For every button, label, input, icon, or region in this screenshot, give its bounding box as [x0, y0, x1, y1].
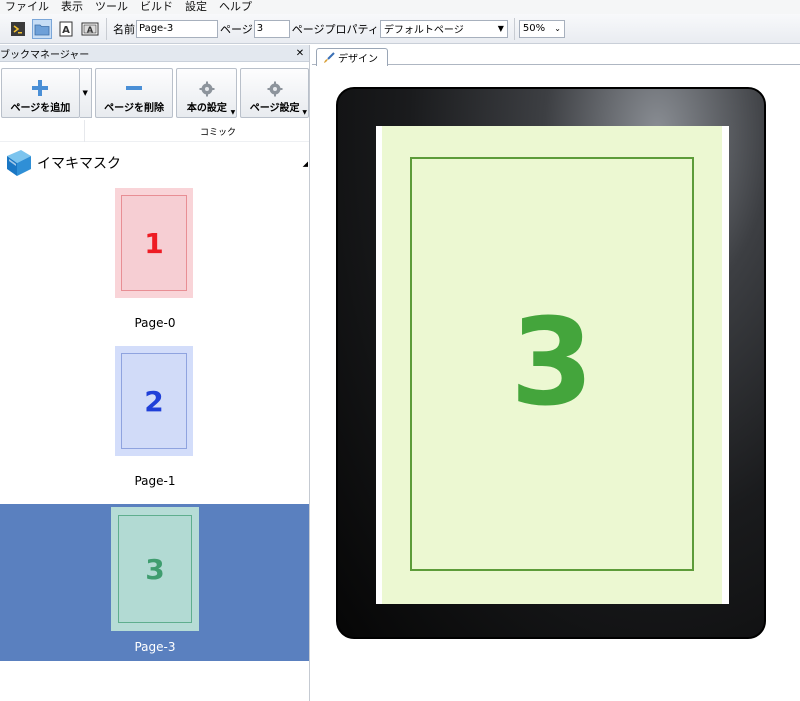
- page-thumbnail-frame: 1: [121, 195, 187, 291]
- menu-view[interactable]: 表示: [55, 1, 89, 13]
- book-node[interactable]: イマキマスク ◢: [0, 142, 309, 184]
- page-thumbnail: 3: [111, 507, 199, 631]
- zoom-value: 50%: [522, 23, 546, 34]
- panel-title: ブックマネージャー: [0, 49, 90, 61]
- paintbrush-icon: [324, 51, 335, 63]
- menu-tools[interactable]: ツール: [89, 1, 134, 13]
- page-property-select[interactable]: デフォルトページ ▼: [379, 19, 508, 38]
- page-label: ページ: [220, 22, 253, 36]
- design-canvas: 3: [312, 66, 800, 701]
- page-thumbnail: 1: [115, 188, 193, 298]
- console-button[interactable]: [8, 19, 28, 39]
- menu-build[interactable]: ビルド: [134, 1, 179, 13]
- book-icon: [7, 150, 31, 176]
- page-thumbnail-frame: 3: [118, 515, 192, 623]
- column-header-label: コミック: [200, 128, 237, 138]
- book-settings-button[interactable]: 本の設定 ▼: [176, 68, 238, 118]
- toolbar-separator: [106, 17, 107, 40]
- book-name: イマキマスク: [37, 156, 121, 172]
- chevron-down-icon: ▼: [230, 109, 236, 116]
- add-page-button[interactable]: ページを追加: [1, 68, 80, 118]
- book-settings-label: 本の設定: [186, 103, 227, 114]
- chevron-down-icon: ⌄: [554, 24, 561, 33]
- page-thumbnail-item[interactable]: 1 Page-0: [0, 188, 309, 346]
- tablet-device-frame: 3: [336, 87, 766, 639]
- gear-icon: [199, 81, 215, 97]
- toolbar: A A 名前 ページ ページプロパティ デフォルトページ ▼ 50% ⌄: [0, 14, 800, 44]
- menu-bar: ファイル 表示 ツール ビルド 設定 ヘルプ: [0, 0, 800, 14]
- menu-file[interactable]: ファイル: [0, 1, 55, 13]
- page-thumbnail-number: 2: [144, 384, 164, 418]
- svg-text:A: A: [87, 25, 94, 34]
- add-page-dropdown[interactable]: ▼: [79, 68, 92, 118]
- gear-icon: [267, 81, 283, 97]
- close-icon[interactable]: ✕: [294, 48, 306, 59]
- page-thumbnail: 2: [115, 346, 193, 456]
- page-settings-button[interactable]: ページ設定 ▼: [240, 68, 309, 118]
- panel-title-bar: ブックマネージャー ✕: [0, 45, 309, 62]
- page-property-label: ページプロパティ: [291, 22, 379, 36]
- chevron-down-icon: ▼: [82, 89, 88, 97]
- name-input[interactable]: [136, 19, 218, 38]
- text-icon: A: [59, 21, 73, 36]
- svg-text:A: A: [62, 25, 70, 36]
- page-thumbnail-frame: 2: [121, 353, 187, 449]
- name-label: 名前: [113, 22, 135, 36]
- plus-icon: [32, 80, 49, 96]
- zoom-select[interactable]: 50% ⌄: [518, 19, 565, 38]
- page-thumbnail-item[interactable]: 2 Page-1: [0, 346, 309, 504]
- page-thumbnail-number: 3: [145, 552, 165, 586]
- chevron-down-icon: ▼: [497, 24, 504, 33]
- delete-page-label: ページを削除: [104, 103, 164, 114]
- page-thumbnail-item-selected[interactable]: 3 Page-3: [0, 504, 309, 661]
- book-ribbon: ページを追加 ▼ ページを削除 本の設定 ▼ ページ設定 ▼: [0, 62, 309, 120]
- delete-page-button[interactable]: ページを削除: [94, 68, 174, 118]
- design-page[interactable]: 3: [382, 126, 722, 604]
- text-frame-button[interactable]: A: [80, 19, 100, 39]
- text-frame-icon: A: [81, 22, 99, 35]
- console-icon: [11, 21, 25, 36]
- page-thumbnail-label: Page-0: [134, 316, 176, 330]
- page-thumbnail-label: Page-1: [134, 474, 176, 488]
- tab-design-label: デザイン: [338, 54, 378, 65]
- menu-help[interactable]: ヘルプ: [213, 1, 258, 13]
- page-thumbnail-label: Page-3: [134, 640, 176, 654]
- chevron-down-icon: ▼: [302, 109, 307, 116]
- collapse-arrow-icon[interactable]: ◢: [303, 160, 308, 168]
- add-page-label: ページを追加: [10, 103, 71, 114]
- toolbar-separator: [513, 17, 515, 40]
- menu-settings[interactable]: 設定: [179, 1, 213, 13]
- column-divider: [84, 120, 85, 142]
- page-thumbnail-number: 1: [144, 226, 164, 260]
- document-tab-bar: デザイン: [312, 45, 800, 66]
- page-property-value: デフォルトページ: [383, 25, 464, 36]
- minus-icon: [126, 86, 143, 90]
- folder-button[interactable]: [32, 18, 52, 39]
- column-header: コミック: [0, 120, 309, 142]
- page-settings-label: ページ設定: [249, 103, 300, 114]
- book-manager-panel: ブックマネージャー ✕ ページを追加 ▼ ページを削除 本の設定 ▼ ページ設定…: [0, 45, 310, 701]
- page-number-text[interactable]: 3: [510, 304, 594, 424]
- page-input[interactable]: [253, 19, 290, 38]
- tab-design[interactable]: デザイン: [316, 48, 388, 66]
- page-content-frame[interactable]: 3: [410, 157, 694, 571]
- tablet-screen: 3: [376, 126, 729, 604]
- text-a-button[interactable]: A: [56, 19, 76, 39]
- folder-icon: [34, 24, 50, 35]
